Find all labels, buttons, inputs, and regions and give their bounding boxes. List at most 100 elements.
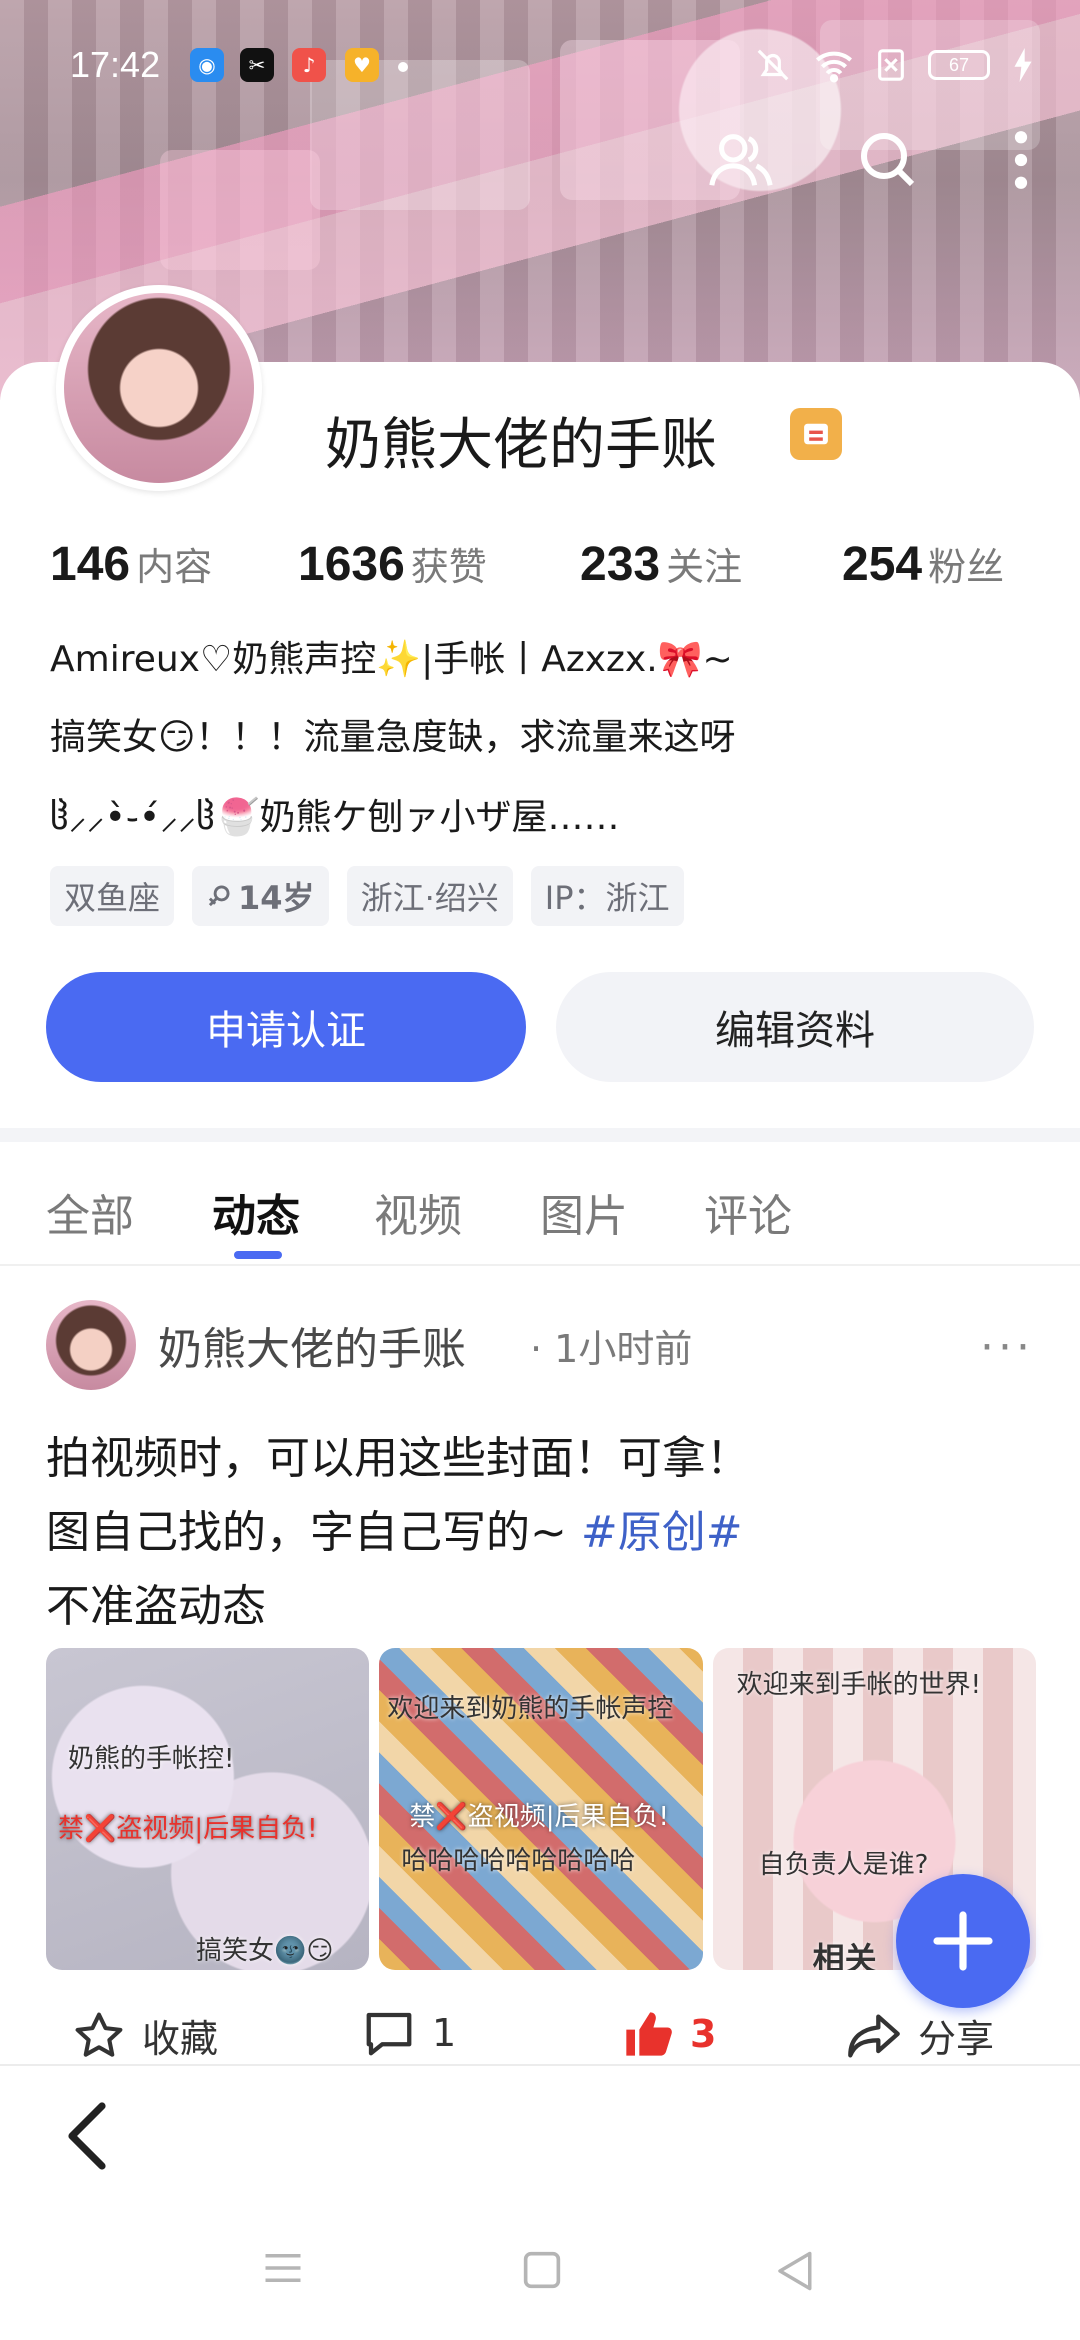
tabs-divider — [0, 1264, 1080, 1266]
home-square-icon — [523, 2251, 561, 2289]
heart-app-icon: ♥ — [345, 48, 379, 82]
tag-ip: IP：浙江 — [530, 866, 684, 926]
stat-label: 内容 — [136, 545, 213, 589]
tag-zodiac: 双鱼座 — [50, 866, 175, 926]
back-button[interactable] — [64, 2100, 124, 2180]
menu-icon — [265, 2254, 301, 2282]
stat-content[interactable]: 146 内容 — [50, 536, 212, 592]
like-button[interactable]: 3 — [622, 2008, 716, 2060]
post-image[interactable]: 欢迎来到奶熊的手帐声控 禁❌盗视频|后果自负! 哈哈哈哈哈哈哈哈哈 — [379, 1648, 703, 1970]
gender-icon — [208, 885, 230, 907]
stat-value: 254 — [842, 538, 923, 591]
nav-menu-key[interactable] — [262, 2250, 304, 2290]
profile-tags: 双鱼座 14岁 浙江·绍兴 IP：浙江 — [50, 866, 684, 926]
tab-all[interactable]: 全部 — [46, 1180, 134, 1244]
stat-label: 关注 — [666, 545, 743, 589]
search-icon — [861, 133, 915, 187]
level-badge-icon[interactable] — [790, 408, 842, 460]
nav-back-key[interactable] — [774, 2250, 814, 2296]
post-time: · 1小时前 — [530, 1327, 693, 1371]
comment-count: 1 — [432, 2011, 457, 2055]
stat-likes[interactable]: 1636 获赞 — [298, 536, 487, 592]
status-time: 17:42 — [70, 44, 161, 85]
more-vert-icon — [1014, 131, 1028, 189]
image-caption: 欢迎来到手帐的世界! — [736, 1670, 982, 1700]
notification-dot-icon — [398, 62, 408, 72]
tag-label: IP：浙江 — [544, 879, 670, 917]
tag-age: 14岁 — [192, 866, 329, 926]
friends-button[interactable] — [706, 125, 776, 195]
stat-label: 获赞 — [410, 545, 487, 589]
bio-line: Amireux♡奶熊声控✨|手帐丨Azxzx.🎀~ — [50, 639, 733, 680]
status-indicators: 67 — [754, 46, 1034, 84]
like-count: 3 — [690, 2012, 717, 2056]
stat-label: 粉丝 — [928, 545, 1005, 589]
share-button[interactable]: 分享 — [846, 2008, 994, 2063]
post-text-segment: 图自己找的，字自己写的~ — [46, 1507, 567, 1558]
status-bar: 17:42 ◉ ✂ ♪ ♥ 67 — [0, 0, 1080, 130]
post-text-line: 不准盗动态 — [46, 1581, 266, 1632]
share-icon — [848, 2013, 900, 2058]
stat-following[interactable]: 233 关注 — [580, 536, 742, 592]
nav-home-key[interactable] — [522, 2250, 562, 2294]
bottom-bar — [0, 2064, 1080, 2340]
plus-icon — [933, 1911, 993, 1971]
apply-verification-button[interactable]: 申请认证 — [46, 972, 526, 1082]
stat-value: 146 — [50, 538, 131, 591]
image-caption: 奶熊的手帐控! — [68, 1744, 235, 1774]
tag-location: 浙江·绍兴 — [346, 866, 513, 926]
bio-line: 搞笑女😏！！！流量急度缺，求流量来这呀 — [50, 717, 736, 758]
thumbs-up-icon — [626, 2012, 672, 2056]
edit-profile-button[interactable]: 编辑资料 — [556, 972, 1034, 1082]
collect-label: 收藏 — [142, 2017, 219, 2061]
image-caption: 禁❌盗视频|后果自负! — [409, 1802, 669, 1832]
post-author-avatar[interactable] — [46, 1300, 136, 1390]
image-caption: 相关 — [812, 1940, 877, 1970]
charging-icon — [1014, 48, 1032, 82]
battery-icon: 67 — [928, 50, 990, 80]
image-caption: 禁❌盗视频|后果自负! — [58, 1814, 318, 1844]
stat-value: 1636 — [298, 538, 405, 591]
capcut-app-icon: ✂ — [240, 48, 274, 82]
comment-icon — [366, 2012, 412, 2056]
stat-followers[interactable]: 254 粉丝 — [842, 536, 1004, 592]
mute-icon — [757, 49, 789, 81]
tab-comments[interactable]: 评论 — [704, 1180, 792, 1244]
tab-images[interactable]: 图片 — [540, 1180, 628, 1244]
wifi-icon — [816, 51, 852, 83]
tag-label: 浙江·绍兴 — [360, 879, 499, 917]
browser-app-icon: ◉ — [190, 48, 224, 82]
post-more-button[interactable]: ··· — [980, 1322, 1034, 1373]
more-button[interactable] — [986, 125, 1056, 195]
chevron-left-icon — [68, 2102, 106, 2170]
comment-button[interactable]: 1 — [362, 2008, 456, 2058]
tab-posts[interactable]: 动态 — [212, 1180, 300, 1244]
collect-button[interactable]: 收藏 — [72, 2008, 218, 2063]
post-author-name[interactable]: 奶熊大佬的手账 — [158, 1313, 466, 1377]
image-caption: 欢迎来到奶熊的手帐声控 — [387, 1694, 674, 1724]
search-button[interactable] — [853, 125, 923, 195]
section-divider — [0, 1128, 1080, 1142]
post-image[interactable]: 奶熊的手帐控! 禁❌盗视频|后果自负! 搞笑女🌚😏 — [46, 1648, 370, 1970]
image-caption: 哈哈哈哈哈哈哈哈哈 — [401, 1846, 636, 1876]
tab-videos[interactable]: 视频 — [374, 1180, 462, 1244]
bio-line: ჱ̒⸝⸝•̀֊•́⸝⸝ჱ̒🍧奶熊ケ刨ァ小ザ屋…… — [50, 797, 620, 838]
tab-active-indicator — [234, 1251, 282, 1259]
tag-label: 双鱼座 — [64, 879, 161, 917]
hashtag-link[interactable]: #原创# — [581, 1507, 743, 1558]
back-triangle-icon — [778, 2251, 812, 2291]
post-image-grid: 奶熊的手帐控! 禁❌盗视频|后果自负! 搞笑女🌚😏 欢迎来到奶熊的手帐声控 禁❌… — [46, 1648, 1036, 1970]
image-caption: 自负责人是谁? — [758, 1850, 929, 1880]
sim-icon — [878, 49, 904, 81]
friends-icon — [709, 134, 773, 186]
create-post-button[interactable] — [896, 1874, 1030, 2008]
profile-name: 奶熊大佬的手账 — [325, 413, 717, 478]
star-icon — [75, 2012, 123, 2057]
content-tabs: 全部 动态 视频 图片 评论 — [0, 1180, 1080, 1260]
post-text-line: 拍视频时，可以用这些封面！可拿！ — [46, 1433, 750, 1484]
share-label: 分享 — [918, 2017, 995, 2061]
profile-stats: 146 内容 1636 获赞 233 关注 254 粉丝 — [50, 536, 1050, 596]
music-app-icon: ♪ — [292, 48, 326, 82]
image-caption: 搞笑女🌚😏 — [196, 1936, 334, 1966]
avatar[interactable] — [56, 285, 262, 491]
